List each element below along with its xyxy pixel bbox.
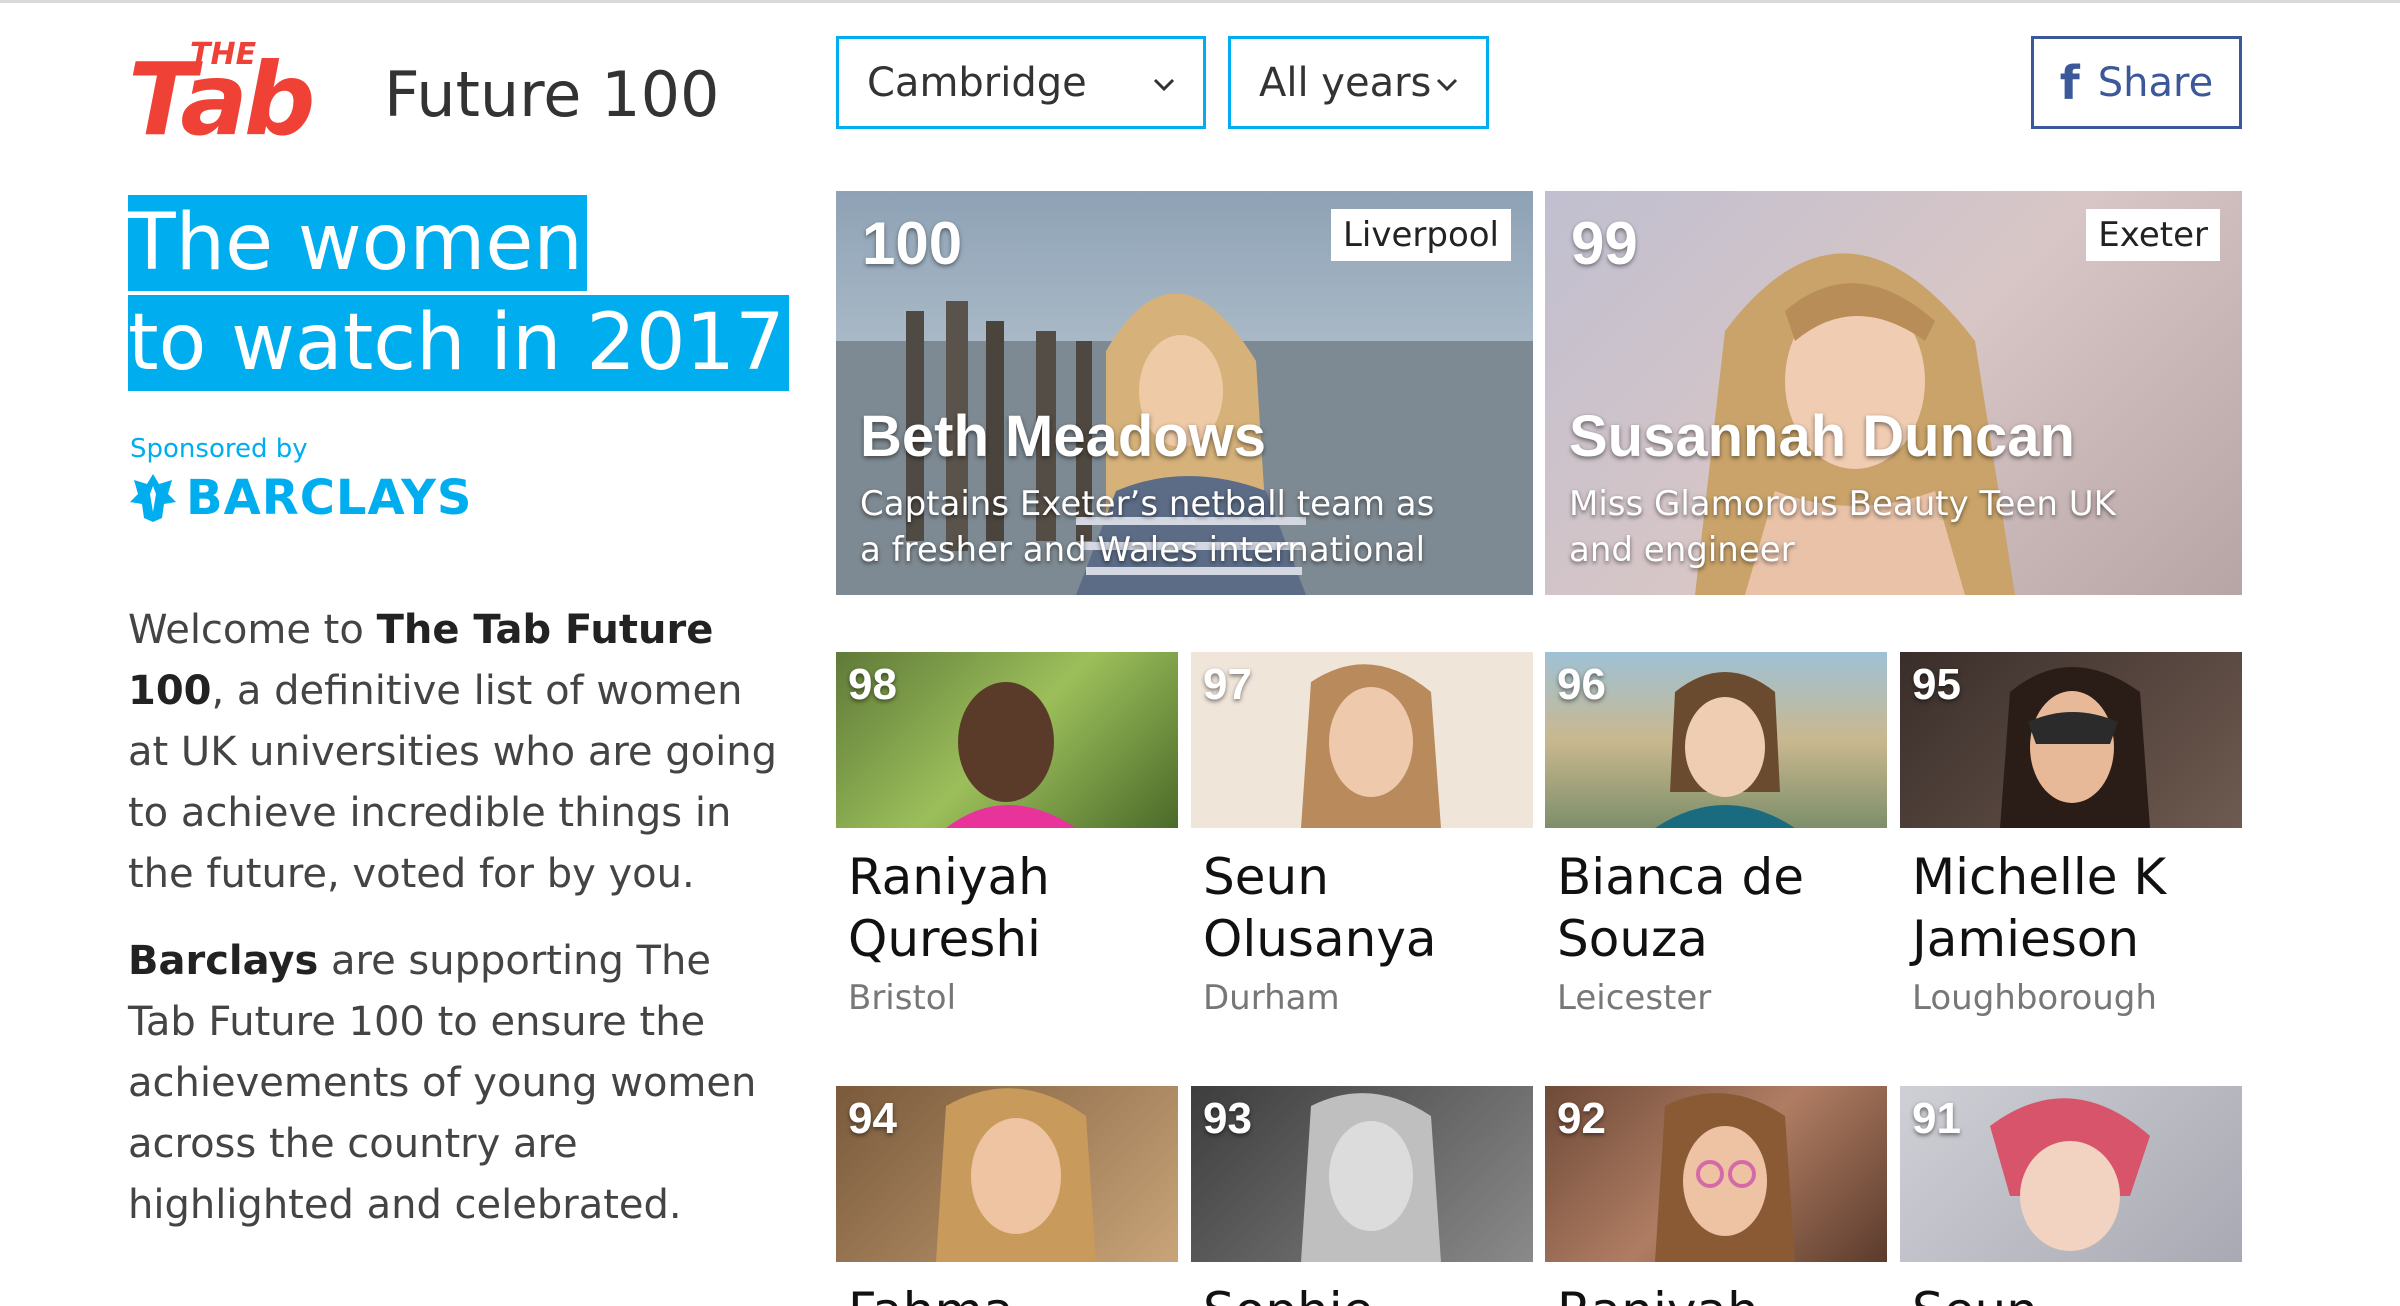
featured-card-99[interactable]: 99 Exeter Susannah Duncan Miss Glamorous… [1545, 191, 2242, 595]
featured-rank: 99 [1571, 210, 1638, 277]
barclays-logo[interactable]: BARCLAYS [128, 470, 472, 526]
card-rank: 98 [848, 660, 897, 709]
featured-description: Captains Exeter’s netball team as a fres… [860, 484, 1435, 570]
intro-paragraph-1: Welcome to The Tab Future 100, a definit… [128, 600, 788, 905]
city-dropdown-value: Cambridge [867, 59, 1087, 106]
card-rank: 93 [1203, 1094, 1252, 1143]
the-tab-logo[interactable]: THE Tab [128, 34, 346, 158]
card-name: Bianca de Souza [1557, 848, 1805, 968]
person-card-96[interactable]: 96 Bianca de Souza Leicester [1545, 652, 1887, 1018]
card-rank: 91 [1912, 1094, 1961, 1143]
card-name: Raniyah [1557, 1280, 1887, 1306]
person-card-94[interactable]: 94 Fahma [836, 1086, 1178, 1306]
headline: The women to watch in 2017 [128, 195, 789, 391]
year-dropdown[interactable]: All years [1228, 36, 1489, 129]
featured-description: Miss Glamorous Beauty Teen UK and engine… [1569, 484, 2116, 570]
card-rank: 94 [848, 1094, 897, 1143]
card-university: Durham [1203, 978, 1340, 1018]
card-rank: 96 [1557, 660, 1606, 709]
card-rank: 97 [1203, 660, 1252, 709]
person-card-91[interactable]: 91 Seun [1900, 1086, 2242, 1306]
card-name: Michelle K Jamieson [1912, 848, 2167, 968]
person-photo: 95 [1900, 652, 2242, 828]
intro-p1-pre: Welcome to [128, 607, 377, 653]
person-photo: 93 [1191, 1086, 1533, 1262]
year-dropdown-value: All years [1259, 59, 1432, 106]
intro-text: Welcome to The Tab Future 100, a definit… [128, 600, 788, 1262]
person-card-95[interactable]: 95 Michelle K Jamieson Loughborough [1900, 652, 2242, 1018]
person-photo: 94 [836, 1086, 1178, 1262]
featured-card-100[interactable]: 100 Liverpool Beth Meadows Captains Exet… [836, 191, 1533, 595]
person-photo: 96 [1545, 652, 1887, 828]
chevron-down-icon [1436, 78, 1458, 92]
card-rank: 92 [1557, 1094, 1606, 1143]
person-card-98[interactable]: 98 Raniyah Qureshi Bristol [836, 652, 1178, 1018]
card-university: Bristol [848, 978, 957, 1018]
intro-p1-post: , a definitive list of women at UK unive… [128, 668, 777, 897]
sponsor-label: Sponsored by [130, 434, 308, 464]
intro-paragraph-2: Barclays are supporting The Tab Future 1… [128, 931, 788, 1236]
person-card-97[interactable]: 97 Seun Olusanya Durham [1191, 652, 1533, 1018]
person-card-93[interactable]: 93 Sophie [1191, 1086, 1533, 1306]
card-name: Fahma [848, 1280, 1178, 1306]
card-university: Leicester [1557, 978, 1712, 1018]
featured-university-badge: Exeter [2086, 209, 2220, 261]
svg-text:Tab: Tab [128, 41, 312, 138]
featured-rank: 100 [862, 210, 963, 277]
eagle-icon [130, 474, 176, 522]
card-name: Raniyah Qureshi [848, 848, 1050, 968]
city-dropdown[interactable]: Cambridge [836, 36, 1206, 129]
headline-line-1: The women [128, 195, 587, 291]
sponsor-name: BARCLAYS [186, 470, 473, 526]
card-name: Sophie [1203, 1280, 1533, 1306]
headline-line-2: to watch in 2017 [128, 295, 789, 391]
share-label: Share [2097, 59, 2214, 106]
person-photo: 91 [1900, 1086, 2242, 1262]
person-photo: 97 [1191, 652, 1533, 828]
person-photo: 98 [836, 652, 1178, 828]
top-border [0, 0, 2400, 3]
card-university: Loughborough [1912, 978, 2157, 1018]
intro-p2-bold: Barclays [128, 938, 319, 984]
featured-university-badge: Liverpool [1330, 209, 1511, 261]
facebook-icon: f [2059, 55, 2080, 110]
card-name: Seun Olusanya [1203, 848, 1437, 968]
brand-title: Future 100 [384, 58, 720, 131]
chevron-down-icon [1153, 78, 1175, 92]
person-card-92[interactable]: 92 Raniyah [1545, 1086, 1887, 1306]
facebook-share-button[interactable]: f Share [2031, 36, 2242, 129]
featured-name: Beth Meadows [860, 404, 1267, 469]
person-photo: 92 [1545, 1086, 1887, 1262]
card-name: Seun [1912, 1280, 2242, 1306]
featured-name: Susannah Duncan [1569, 404, 2075, 469]
card-rank: 95 [1912, 660, 1961, 709]
